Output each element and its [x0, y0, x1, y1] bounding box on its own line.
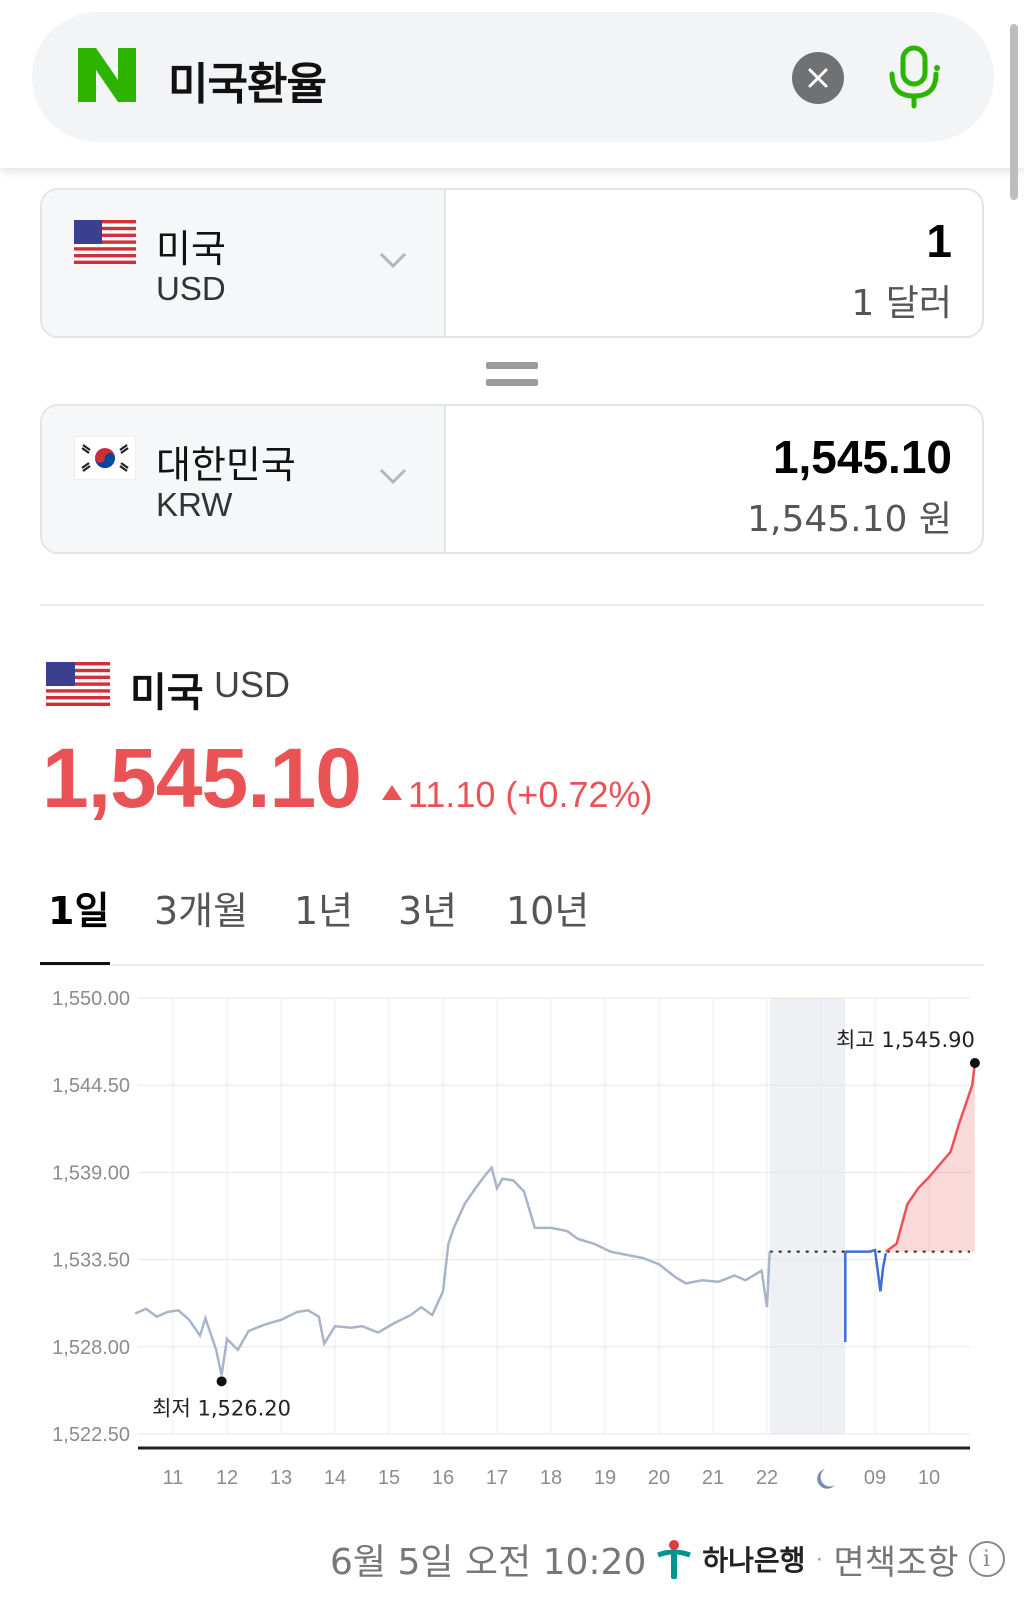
to-amount-input[interactable]: 1,545.10 — [773, 430, 952, 484]
rate-change-text: 11.10 (+0.72%) — [408, 774, 653, 815]
to-currency-box: 대한민국 KRW 1,545.10 1,545.10 원 — [40, 404, 984, 554]
rate-change: 11.10 (+0.72%) — [382, 774, 653, 816]
footer: 6월 5일 오전 10:20 하나은행 · 면책조항 i — [330, 1534, 1005, 1584]
hana-bank-logo-icon — [657, 1540, 692, 1579]
from-currency-code: USD — [156, 270, 226, 307]
x-tick-label: 18 — [540, 1467, 562, 1489]
x-tick-label: 09 — [864, 1467, 886, 1489]
high-point — [969, 1058, 980, 1069]
kr-flag-icon — [74, 436, 136, 480]
update-time: 6월 5일 오전 10:20 — [330, 1542, 647, 1583]
y-tick-label: 1,528.00 — [52, 1337, 130, 1359]
us-flag-icon — [46, 662, 110, 706]
info-icon[interactable]: i — [968, 1541, 1005, 1577]
x-tick-label: 19 — [594, 1467, 616, 1489]
rate-currency-name: 미국 — [130, 670, 204, 716]
period-tabs: 1일 3개월 1년 3년 10년 — [40, 870, 984, 966]
y-tick-label: 1,539.00 — [52, 1162, 130, 1184]
x-tick-label: 13 — [270, 1467, 292, 1489]
to-amount-text: 1,545.10 원 — [747, 499, 952, 540]
x-tick-label: 10 — [918, 1467, 940, 1489]
microphone-icon[interactable] — [884, 44, 944, 110]
low-label: 최저 1,526.20 — [152, 1396, 291, 1420]
to-currency-code: KRW — [156, 486, 233, 523]
x-tick-label: 15 — [378, 1467, 400, 1489]
naver-logo-icon[interactable] — [78, 48, 136, 102]
tab-3-years[interactable]: 3년 — [398, 880, 457, 935]
from-currency-box: 미국 USD 1 1 달러 — [40, 188, 984, 338]
y-tick-label: 1,550.00 — [52, 990, 130, 1010]
search-bar[interactable]: 미국환율 — [32, 12, 994, 142]
x-tick-label: 20 — [648, 1467, 670, 1489]
search-input[interactable]: 미국환율 — [168, 48, 327, 112]
to-currency-name: 대한민국 — [156, 443, 296, 487]
up-arrow-icon — [382, 785, 402, 800]
night-band — [769, 998, 846, 1434]
moon-icon — [817, 1469, 835, 1489]
from-amount-input[interactable]: 1 — [926, 214, 952, 268]
separator: · — [815, 1545, 824, 1572]
tab-3-months[interactable]: 3개월 — [154, 880, 248, 935]
x-tick-label: 11 — [163, 1467, 184, 1489]
x-tick-label: 22 — [756, 1467, 778, 1489]
x-tick-label: 17 — [486, 1467, 508, 1489]
to-currency-selector[interactable]: 대한민국 KRW — [42, 406, 446, 552]
active-tab-indicator — [40, 962, 110, 965]
scrollbar[interactable] — [1010, 24, 1018, 200]
from-currency-selector[interactable]: 미국 USD — [42, 190, 446, 336]
bank-name: 하나은행 — [702, 1544, 806, 1577]
section-divider — [40, 604, 984, 606]
rate-currency-code: USD — [214, 664, 291, 705]
us-flag-icon — [74, 220, 136, 264]
today-down-series-line — [845, 1248, 888, 1292]
today-up-area — [885, 1063, 975, 1252]
clear-search-button[interactable] — [792, 52, 844, 104]
x-tick-label: 12 — [216, 1467, 238, 1489]
x-tick-label: 14 — [324, 1467, 346, 1489]
x-tick-label: 21 — [702, 1467, 724, 1489]
y-tick-label: 1,544.50 — [52, 1075, 130, 1097]
tab-1-day[interactable]: 1일 — [48, 880, 109, 935]
chevron-down-icon — [379, 252, 407, 269]
exchange-rate-value: 1,545.10 — [42, 731, 362, 825]
from-currency-name: 미국 — [156, 227, 226, 271]
disclaimer-link[interactable]: 면책조항 — [833, 1535, 958, 1584]
equals-icon — [486, 362, 538, 386]
search-header: 미국환율 — [0, 0, 1024, 168]
from-amount-text: 1 달러 — [851, 283, 952, 324]
y-tick-label: 1,522.50 — [52, 1424, 130, 1446]
y-tick-label: 1,533.50 — [52, 1250, 130, 1272]
close-icon — [808, 68, 828, 88]
tab-10-years[interactable]: 10년 — [506, 880, 589, 935]
history-series-line — [134, 1165, 771, 1376]
exchange-rate-chart[interactable]: 1,550.00 1,544.50 1,539.00 1,533.50 1,528.00… — [0, 990, 1024, 1530]
low-point — [216, 1376, 227, 1387]
x-tick-label: 16 — [432, 1467, 454, 1489]
chevron-down-icon — [379, 468, 407, 485]
high-label: 최고 1,545.90 — [836, 1028, 975, 1052]
tab-1-year[interactable]: 1년 — [294, 880, 353, 935]
